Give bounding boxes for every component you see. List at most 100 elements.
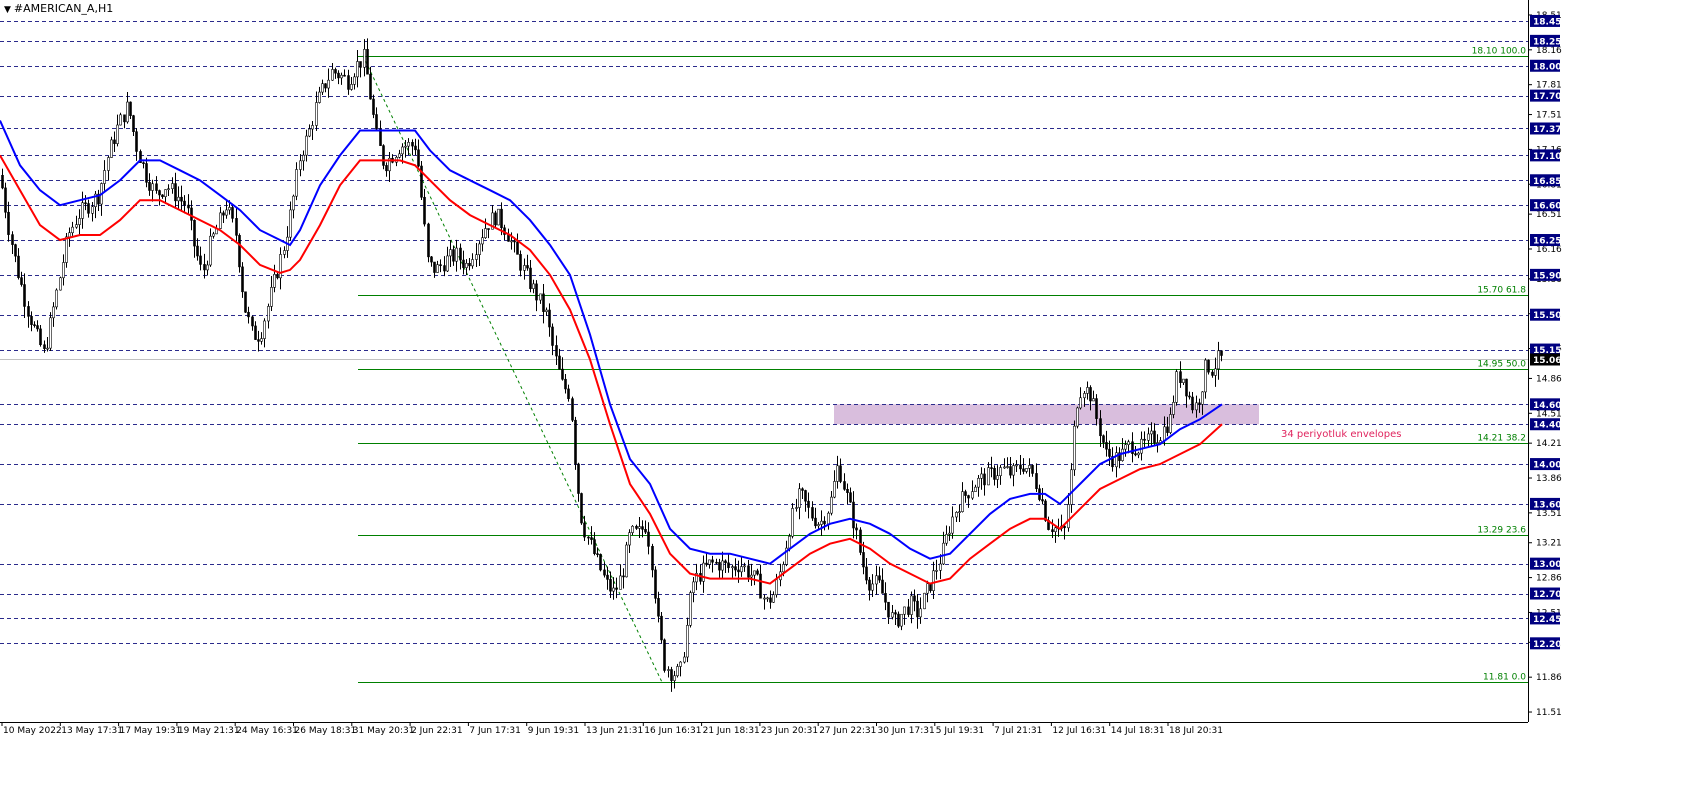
candle-body: [830, 496, 833, 514]
level-tag-label: 14.40: [1533, 421, 1561, 431]
candle-body: [961, 491, 964, 512]
candle-body: [827, 512, 830, 525]
candle-body: [587, 536, 590, 539]
candle-body: [126, 101, 129, 123]
candle-body: [769, 597, 772, 603]
level-tag-label: 16.85: [1533, 177, 1561, 187]
level-tag-label: 17.37: [1533, 125, 1561, 135]
candle-body: [996, 475, 999, 480]
level-tag-label: 16.25: [1533, 237, 1561, 247]
candle-body: [859, 529, 862, 553]
candle-body: [273, 274, 276, 288]
level-tag-label: 16.60: [1533, 202, 1561, 212]
candle-body: [369, 73, 372, 100]
candle-body: [855, 527, 858, 531]
candle-body: [1108, 448, 1111, 457]
level-tag-label: 17.70: [1533, 92, 1561, 102]
candle-body: [206, 264, 209, 271]
candle-body: [535, 283, 538, 301]
time-tick-label: 19 May 21:31: [178, 726, 240, 736]
candle-body: [843, 481, 846, 490]
candle-body: [1073, 425, 1076, 471]
candle-body: [238, 235, 241, 268]
candle-body: [1134, 453, 1137, 456]
candle-body: [251, 316, 254, 327]
candle-body: [609, 579, 612, 592]
candle-body: [555, 345, 558, 357]
candle-body: [919, 608, 922, 618]
candle-body: [308, 128, 311, 137]
candle-body: [539, 293, 542, 301]
candle-body: [667, 669, 670, 671]
candle-body: [398, 153, 401, 158]
candle-body: [263, 320, 266, 339]
fib-level-label: 14.21 38.2: [1477, 434, 1526, 444]
candle-body: [1051, 529, 1054, 532]
candle-body: [1137, 452, 1140, 456]
candle-body: [356, 61, 359, 78]
fib-level-label: 11.81 0.0: [1483, 673, 1526, 683]
time-tick-label: 5 Jul 19:31: [936, 726, 984, 736]
candle-body: [475, 254, 478, 260]
candle-body: [302, 154, 305, 162]
candle-body: [52, 306, 55, 319]
time-tick-label: 18 Jul 20:31: [1169, 726, 1223, 736]
candle-body: [897, 613, 900, 627]
candle-body: [55, 289, 58, 308]
candle-body: [183, 200, 186, 206]
candle-body: [247, 311, 250, 318]
candle-body: [1201, 391, 1204, 405]
candle-body: [359, 61, 362, 68]
candle-body: [68, 232, 71, 238]
candle-body: [11, 234, 14, 245]
candle-body: [849, 492, 852, 503]
candle-body: [1022, 468, 1025, 472]
price-tick-label: 13.86: [1536, 474, 1562, 484]
candle-body: [788, 535, 791, 549]
candle-body: [516, 241, 519, 255]
candle-body: [36, 325, 39, 330]
candle-body: [734, 566, 737, 571]
candle-body: [862, 552, 865, 568]
candle-body: [87, 203, 90, 214]
candle-body: [500, 208, 503, 229]
time-axis[interactable]: 10 May 2022 13 May 17:3117 May 19:3119 Ma…: [0, 722, 1528, 736]
candle-body: [295, 169, 298, 197]
candle-body: [164, 189, 167, 198]
candle-body: [689, 592, 692, 626]
candle-body: [119, 114, 122, 126]
candle-body: [519, 254, 522, 271]
candle-body: [1012, 465, 1015, 476]
price-tick-label: 12.86: [1536, 574, 1562, 584]
candle-body: [820, 520, 823, 525]
candle-body: [167, 188, 170, 191]
dashed-levels: [0, 21, 1528, 644]
candle-body: [103, 170, 106, 184]
candle-body: [731, 566, 734, 569]
price-axis[interactable]: 18.5118.1617.8117.5117.1616.8116.5116.16…: [1528, 0, 1692, 795]
candle-body: [590, 537, 593, 540]
candle-body: [283, 250, 286, 255]
fibonacci-retracement[interactable]: 18.10 100.0 15.70 61.8 14.95 50.0 14.21 38.…: [358, 47, 1528, 683]
candle-body: [1124, 444, 1127, 450]
price-chart[interactable]: 18.10 100.0 15.70 61.8 14.95 50.0 14.21 38.…: [0, 0, 1692, 795]
candle-body: [212, 233, 215, 237]
candle-body: [148, 182, 151, 191]
candle-body: [235, 218, 238, 236]
annotations: 34 periyotluk envelopes: [1281, 429, 1402, 440]
fib-level-label: 18.10 100.0: [1472, 47, 1527, 57]
candle-body: [20, 277, 23, 285]
candle-body: [606, 574, 609, 580]
candle-body: [795, 507, 798, 509]
candle-body: [974, 486, 977, 492]
candle-body: [510, 240, 513, 243]
candle-body: [65, 236, 68, 263]
candle-body: [529, 267, 532, 289]
candle-body: [708, 559, 711, 565]
candle-body: [199, 255, 202, 265]
candle-body: [142, 162, 145, 164]
candle-body: [513, 240, 516, 243]
price-tick-label: 17.51: [1536, 111, 1562, 121]
candle-body: [702, 562, 705, 582]
candle-body: [91, 206, 94, 214]
